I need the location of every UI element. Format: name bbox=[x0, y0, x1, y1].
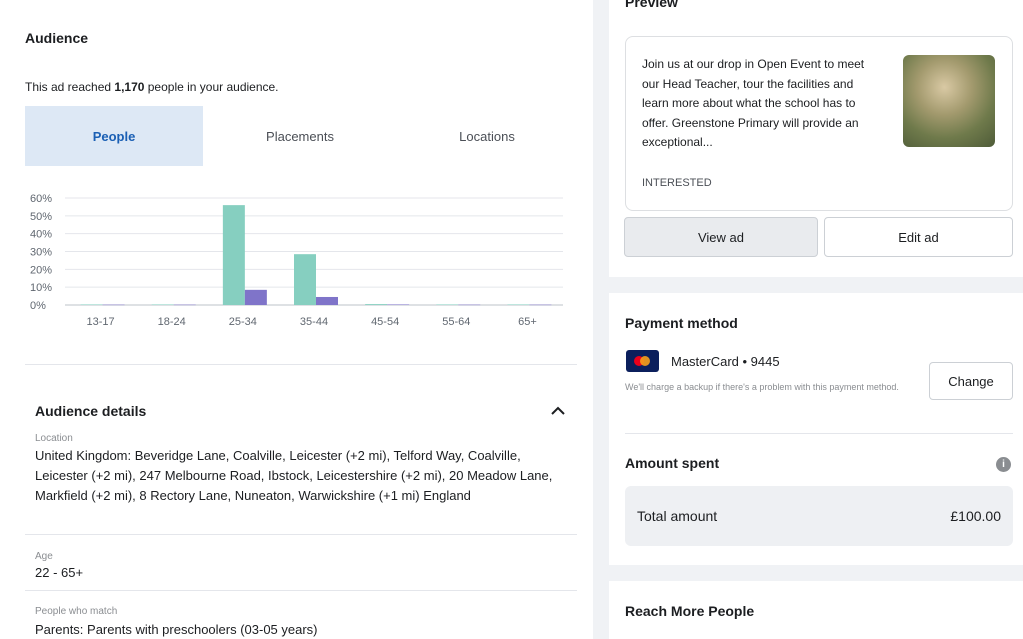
view-ad-button[interactable]: View ad bbox=[624, 217, 818, 257]
match-value: Parents: Parents with preschoolers (03-0… bbox=[35, 622, 318, 637]
x-tick-label: 35-44 bbox=[300, 316, 328, 328]
location-label: Location bbox=[35, 433, 73, 444]
section-divider bbox=[25, 364, 577, 365]
ad-image bbox=[903, 55, 995, 147]
chart-bar bbox=[222, 205, 245, 305]
mastercard-icon bbox=[626, 350, 659, 372]
chart-bar bbox=[173, 304, 196, 306]
y-tick-label: 60% bbox=[30, 193, 52, 205]
total-amount-label: Total amount bbox=[637, 508, 718, 524]
preview-card: Preview Join us at our drop in Open Even… bbox=[609, 0, 1023, 277]
total-amount-row: Total amount £100.00 bbox=[625, 486, 1013, 546]
location-divider bbox=[25, 534, 577, 535]
y-tick-label: 0% bbox=[30, 300, 46, 312]
match-label: People who match bbox=[35, 606, 118, 617]
y-tick-label: 40% bbox=[30, 229, 52, 241]
x-tick-label: 45-54 bbox=[371, 316, 399, 328]
chart-bar bbox=[151, 304, 174, 305]
age-value: 22 - 65+ bbox=[35, 565, 84, 580]
ad-body-text: Join us at our drop in Open Event to mee… bbox=[642, 57, 865, 149]
chart-bar bbox=[316, 296, 338, 305]
payment-note: We'll charge a backup if there's a probl… bbox=[625, 382, 899, 392]
collapse-chevron-icon[interactable] bbox=[549, 402, 567, 420]
age-divider bbox=[25, 590, 577, 591]
payment-title: Payment method bbox=[625, 315, 738, 331]
preview-title: Preview bbox=[625, 0, 678, 10]
reach-more-card: Reach More People bbox=[609, 581, 1023, 639]
x-tick-label: 65+ bbox=[518, 316, 537, 328]
chart-bar bbox=[80, 304, 103, 305]
reach-more-title: Reach More People bbox=[625, 603, 755, 619]
y-tick-label: 20% bbox=[30, 264, 52, 276]
amount-spent-title: Amount spent bbox=[625, 455, 720, 471]
y-tick-label: 10% bbox=[30, 282, 52, 294]
chart-bar bbox=[102, 304, 125, 306]
age-label: Age bbox=[35, 551, 53, 562]
location-value: United Kingdom: Beveridge Lane, Coalvill… bbox=[35, 448, 553, 503]
total-amount-value: £100.00 bbox=[950, 508, 1001, 524]
x-tick-label: 13-17 bbox=[87, 316, 115, 328]
x-tick-label: 25-34 bbox=[229, 316, 257, 328]
audience-details-title: Audience details bbox=[35, 403, 147, 419]
card-label: MasterCard • 9445 bbox=[671, 354, 780, 369]
y-tick-label: 30% bbox=[30, 247, 52, 259]
age-chart: 60% 50% 40% 30% 20% 10% 0% 13-17 18-24 25-34 35-44… bbox=[30, 193, 563, 328]
chart-bar bbox=[458, 304, 481, 306]
chart-bar bbox=[507, 304, 530, 305]
chart-bar bbox=[387, 304, 410, 305]
info-icon[interactable]: i bbox=[996, 457, 1011, 472]
chart-bar bbox=[244, 289, 267, 305]
x-tick-label: 18-24 bbox=[158, 316, 186, 328]
edit-ad-button[interactable]: Edit ad bbox=[824, 217, 1013, 257]
billing-card: Payment method MasterCard • 9445 We'll c… bbox=[609, 293, 1023, 565]
ad-cta-label: INTERESTED bbox=[642, 177, 712, 189]
chart-bar bbox=[365, 304, 388, 305]
chart-bar bbox=[436, 304, 459, 305]
chart-bar bbox=[294, 254, 316, 305]
change-payment-button[interactable]: Change bbox=[929, 362, 1013, 400]
audience-panel: Audience This ad reached 1,170 people in… bbox=[0, 0, 593, 639]
chart-bar bbox=[529, 304, 552, 306]
ad-preview[interactable]: Join us at our drop in Open Event to mee… bbox=[625, 36, 1013, 211]
payment-divider bbox=[625, 433, 1013, 434]
y-tick-label: 50% bbox=[30, 211, 52, 223]
x-tick-label: 55-64 bbox=[442, 316, 470, 328]
right-column: Preview Join us at our drop in Open Even… bbox=[609, 0, 1023, 639]
